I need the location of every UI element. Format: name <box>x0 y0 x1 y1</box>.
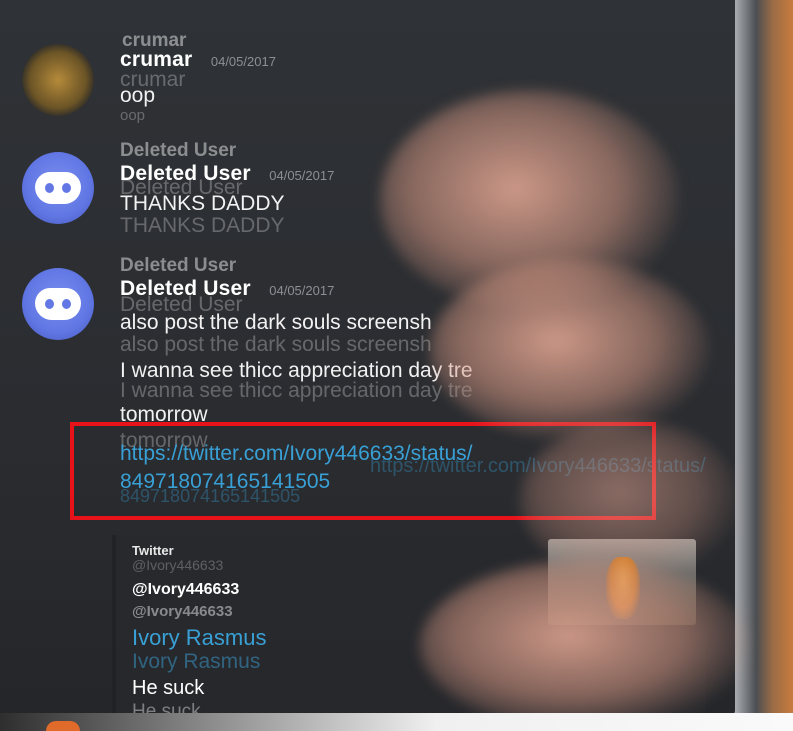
message-line-ghost: THANKS DADDY <box>120 214 285 237</box>
discord-logo-icon <box>35 172 81 204</box>
discord-logo-icon <box>35 288 81 320</box>
avatar-deleted-user[interactable] <box>22 152 94 224</box>
embed-author-ghost: Ivory Rasmus <box>132 650 261 673</box>
finger-blur <box>420 560 750 730</box>
finger-blur <box>520 420 740 580</box>
author-ghost: Deleted User <box>120 255 237 276</box>
message-deleted-user-1: Deleted User Deleted User 04/05/2017 Del… <box>120 140 334 237</box>
bottom-edge <box>0 713 793 731</box>
avatar-crumar[interactable] <box>22 44 94 116</box>
author-ghost: Deleted User <box>120 140 237 161</box>
message-line-ghost: also post the dark souls screensh <box>120 333 432 356</box>
message-line: THANKS DADDY <box>120 192 285 215</box>
finger-blur <box>430 260 710 440</box>
message-line-ghost: oop <box>120 107 146 124</box>
embed-author-name[interactable]: Ivory Rasmus <box>132 625 266 651</box>
message-crumar: crumar crumar 04/05/2017 crumar oop oop <box>120 30 276 126</box>
photo-frame: crumar crumar 04/05/2017 crumar oop oop … <box>0 0 793 731</box>
embed-handle-ghost: @Ivory446633 <box>132 557 224 573</box>
message-line: also post the dark souls screensh <box>120 311 432 334</box>
embed-handle-ghost: @Ivory446633 <box>132 603 233 620</box>
embed-provider: Twitter <box>132 543 174 558</box>
embed-text: He suck <box>132 677 205 699</box>
avatar-deleted-user[interactable] <box>22 268 94 340</box>
bottom-orange-accent <box>46 721 80 731</box>
message-line-ghost: I wanna see thicc appreciation day tre <box>120 379 473 402</box>
embed-handle[interactable]: @Ivory446633 <box>132 581 239 599</box>
